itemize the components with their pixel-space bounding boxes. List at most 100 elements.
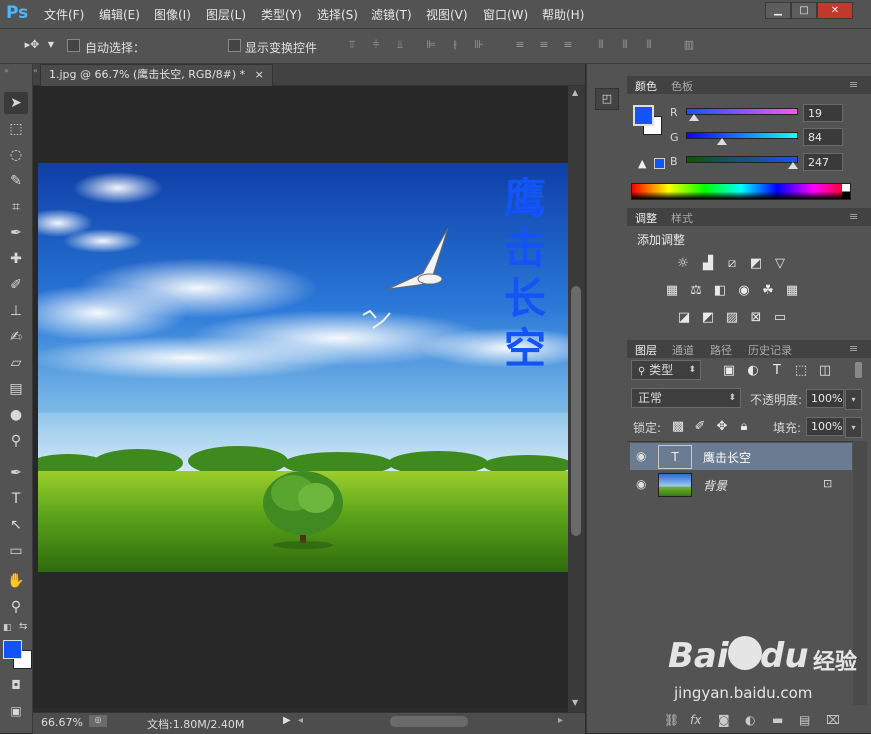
- align-bottom-icon[interactable]: ⫫: [393, 38, 407, 52]
- gamut-warning-icon[interactable]: ▲: [638, 157, 646, 170]
- zoom-tool-icon[interactable]: ⚲: [4, 596, 28, 618]
- history-panel-icon[interactable]: ◰: [595, 88, 619, 110]
- slider-g-thumb[interactable]: [717, 138, 728, 145]
- menu-edit[interactable]: 编辑(E): [99, 6, 140, 23]
- tab-channels[interactable]: 通道: [672, 342, 694, 358]
- channel-r-input[interactable]: 19: [803, 104, 843, 122]
- selective-color-icon[interactable]: ⊠: [748, 311, 764, 325]
- channel-b-input[interactable]: 247: [803, 153, 843, 171]
- history-brush-tool-icon[interactable]: ✍: [4, 326, 28, 348]
- dodge-tool-icon[interactable]: ⚲: [4, 430, 28, 452]
- color-spectrum[interactable]: [631, 183, 851, 200]
- menu-layer[interactable]: 图层(L): [206, 6, 246, 23]
- channel-g-input[interactable]: 84: [803, 128, 843, 146]
- scroll-down-icon[interactable]: ▼: [572, 698, 578, 707]
- vertical-scroll-thumb[interactable]: [571, 286, 581, 536]
- curves-icon[interactable]: ⧄: [724, 257, 740, 271]
- panel-menu-icon[interactable]: ≡: [849, 210, 858, 223]
- scroll-right-icon[interactable]: ▸: [558, 715, 563, 726]
- swap-colors-icon[interactable]: ⇆: [19, 621, 27, 632]
- slider-b[interactable]: [686, 156, 798, 163]
- hand-tool-icon[interactable]: ✋: [4, 570, 28, 592]
- type-tool-icon[interactable]: T: [4, 488, 28, 510]
- layer-name[interactable]: 背景: [703, 477, 727, 494]
- align-vcenter-icon[interactable]: ⫩: [369, 38, 383, 52]
- menu-file[interactable]: 文件(F): [44, 6, 84, 23]
- tab-adjustments[interactable]: 调整: [635, 210, 657, 226]
- color-lookup-icon[interactable]: ▦: [784, 284, 800, 298]
- layer-name[interactable]: 鹰击长空: [703, 449, 751, 466]
- black-white-icon[interactable]: ◧: [712, 284, 728, 298]
- collapse-icon[interactable]: «: [33, 66, 38, 75]
- filter-type-icon[interactable]: T: [769, 364, 785, 378]
- foreground-color-swatch[interactable]: [3, 640, 22, 659]
- filter-smart-object-icon[interactable]: ◫: [817, 364, 833, 378]
- gradient-map-icon[interactable]: ▭: [772, 311, 788, 325]
- blend-mode-dropdown[interactable]: 正常 ⬍: [631, 388, 741, 408]
- horizontal-scroll-thumb[interactable]: [390, 716, 468, 727]
- tab-styles[interactable]: 样式: [671, 210, 693, 226]
- quick-mask-icon[interactable]: ◘: [4, 674, 28, 696]
- distribute-left-icon[interactable]: ⦀: [594, 38, 608, 52]
- collapse-icon[interactable]: »: [4, 66, 9, 75]
- align-hcenter-icon[interactable]: ⫲: [448, 38, 462, 52]
- move-tool-icon[interactable]: ➤: [4, 92, 28, 114]
- lock-transparent-icon[interactable]: ▩: [670, 420, 686, 434]
- path-select-tool-icon[interactable]: ↖: [4, 514, 28, 536]
- marquee-tool-icon[interactable]: ⬚: [4, 118, 28, 140]
- lock-pixels-icon[interactable]: ✐: [692, 420, 708, 434]
- default-colors-icon[interactable]: ◧: [3, 623, 12, 633]
- close-window-button[interactable]: ✕: [817, 2, 853, 19]
- blur-tool-icon[interactable]: ●: [4, 404, 28, 426]
- opacity-dropdown-icon[interactable]: ▾: [845, 389, 862, 410]
- fill-input[interactable]: 100%: [806, 417, 844, 436]
- chevron-down-icon[interactable]: ▼: [44, 38, 58, 52]
- auto-align-icon[interactable]: ▥: [682, 38, 696, 52]
- auto-select-checkbox[interactable]: [67, 39, 80, 52]
- opacity-input[interactable]: 100%: [806, 389, 844, 408]
- align-right-icon[interactable]: ⊪: [472, 38, 486, 52]
- clone-stamp-tool-icon[interactable]: ⊥: [4, 300, 28, 322]
- tab-layers[interactable]: 图层: [635, 342, 657, 358]
- filter-adjustment-icon[interactable]: ◐: [745, 364, 761, 378]
- slider-r-thumb[interactable]: [689, 114, 700, 121]
- tab-swatches[interactable]: 色板: [671, 78, 693, 94]
- threshold-icon[interactable]: ▨: [724, 311, 740, 325]
- show-transform-checkbox[interactable]: [228, 39, 241, 52]
- eraser-tool-icon[interactable]: ▱: [4, 352, 28, 374]
- color-balance-icon[interactable]: ⚖: [688, 284, 704, 298]
- scroll-left-icon[interactable]: ◂: [298, 715, 303, 726]
- menu-image[interactable]: 图像(I): [154, 6, 191, 23]
- healing-brush-tool-icon[interactable]: ✚: [4, 248, 28, 270]
- panel-menu-icon[interactable]: ≡: [849, 342, 858, 355]
- document-tab[interactable]: 1.jpg @ 66.7% (鹰击长空, RGB/8#) * ×: [40, 64, 273, 86]
- slider-g[interactable]: [686, 132, 798, 139]
- levels-icon[interactable]: ▟: [700, 257, 716, 271]
- foreground-color-box[interactable]: [633, 105, 654, 126]
- lasso-tool-icon[interactable]: ◌: [4, 144, 28, 166]
- menu-window[interactable]: 窗口(W): [483, 6, 528, 23]
- distribute-bottom-icon[interactable]: ≡: [561, 38, 575, 52]
- lock-all-icon[interactable]: 🔒︎: [736, 420, 752, 434]
- pen-tool-icon[interactable]: ✒: [4, 462, 28, 484]
- exposure-icon[interactable]: ◩: [748, 257, 764, 271]
- vibrance-icon[interactable]: ▽: [772, 257, 788, 271]
- scroll-up-icon[interactable]: ▲: [572, 88, 578, 97]
- screen-mode-icon[interactable]: ▣: [4, 700, 28, 722]
- gradient-tool-icon[interactable]: ▤: [4, 378, 28, 400]
- tab-color[interactable]: 颜色: [635, 78, 657, 94]
- menu-help[interactable]: 帮助(H): [542, 6, 584, 23]
- channel-mixer-icon[interactable]: ☘: [760, 284, 776, 298]
- quick-select-tool-icon[interactable]: ✎: [4, 170, 28, 192]
- lock-position-icon[interactable]: ✥: [714, 420, 730, 434]
- layer-row-text[interactable]: ◉ T 鹰击长空: [630, 443, 852, 470]
- fill-dropdown-icon[interactable]: ▾: [845, 417, 862, 438]
- web-safe-color-swatch[interactable]: [654, 158, 665, 169]
- visibility-eye-icon[interactable]: ◉: [636, 477, 646, 491]
- filter-toggle[interactable]: [855, 362, 862, 378]
- align-top-icon[interactable]: ⫪: [345, 38, 359, 52]
- menu-view[interactable]: 视图(V): [426, 6, 468, 23]
- photo-filter-icon[interactable]: ◉: [736, 284, 752, 298]
- brush-tool-icon[interactable]: ✐: [4, 274, 28, 296]
- maximize-button[interactable]: □: [791, 2, 817, 19]
